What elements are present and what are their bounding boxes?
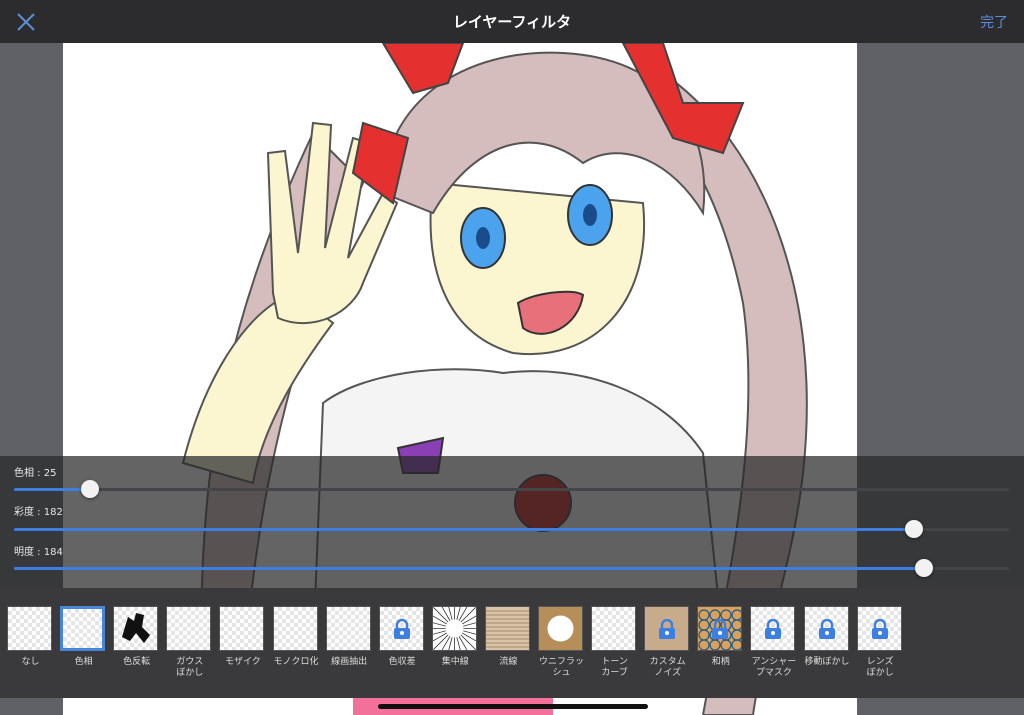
filter-item[interactable]: モノクロ化 — [272, 606, 320, 668]
home-indicator — [378, 704, 648, 709]
top-bar: レイヤーフィルタ 完了 — [0, 0, 1024, 43]
saturation-slider[interactable] — [14, 520, 1009, 538]
filter-label: 色収差 — [388, 657, 416, 667]
filter-item[interactable]: 線画抽出 — [325, 606, 373, 668]
filter-item[interactable]: 色相 — [60, 606, 107, 668]
filter-thumbnail — [113, 606, 159, 651]
filter-thumbnail — [750, 606, 796, 651]
filter-strip: なし 色相 色反転 ガウス ぼかし モザイク モノクロ化 線画抽出 色収差 集中線 流線 ウニフラッ… — [0, 588, 1024, 698]
filter-item[interactable]: モザイク — [219, 606, 266, 668]
filter-item[interactable]: 色反転 — [113, 606, 160, 668]
filter-label: 集中線 — [441, 657, 469, 667]
brightness-slider-thumb[interactable] — [915, 559, 934, 577]
filter-label: なし — [21, 657, 40, 667]
filter-thumbnail — [644, 606, 690, 651]
filter-label: アンシャー プマスク — [751, 657, 797, 678]
filter-item[interactable]: ウニフラッ シュ — [538, 606, 585, 679]
filter-thumbnail — [7, 606, 52, 651]
filter-label: モザイク — [224, 657, 261, 667]
filter-item[interactable]: アンシャー プマスク — [750, 606, 797, 679]
filter-item[interactable]: 流線 — [484, 606, 532, 668]
filter-thumbnail — [431, 606, 477, 651]
filter-item[interactable]: なし — [7, 606, 54, 668]
filter-label: カスタム ノイズ — [649, 657, 686, 678]
hue-label: 色相 : 25 — [14, 468, 57, 479]
brightness-slider-fill — [14, 567, 925, 570]
brightness-label: 明度 : 184 — [14, 547, 63, 558]
filter-thumbnail — [591, 606, 637, 651]
filter-item[interactable]: レンズ ぼかし — [856, 606, 904, 679]
saturation-slider-thumb[interactable] — [905, 520, 924, 538]
filter-label: ウニフラッ シュ — [538, 657, 584, 678]
lock-icon — [765, 619, 782, 639]
filter-thumbnail — [378, 606, 424, 651]
filter-label: トーン カーブ — [601, 657, 628, 678]
hue-slider[interactable] — [14, 480, 1009, 498]
lock-icon — [712, 619, 729, 639]
filter-label: 色相 — [74, 657, 93, 667]
brightness-slider[interactable] — [14, 559, 1009, 577]
filter-item[interactable]: 和柄 — [697, 606, 744, 668]
saturation-label: 彩度 : 182 — [14, 507, 63, 518]
filter-label: ガウス ぼかし — [176, 657, 204, 678]
filter-thumbnail — [697, 606, 743, 651]
filter-thumbnail — [538, 606, 583, 651]
filter-thumbnail — [219, 606, 265, 651]
filter-label: 移動ぼかし — [804, 657, 850, 667]
saturation-slider-fill — [14, 528, 915, 531]
filter-item[interactable]: トーン カーブ — [591, 606, 638, 679]
lock-icon — [871, 619, 888, 639]
filter-label: レンズ ぼかし — [866, 657, 894, 678]
hue-slider-fill — [14, 488, 90, 491]
done-button[interactable]: 完了 — [980, 12, 1008, 32]
hue-slider-thumb[interactable] — [80, 480, 99, 498]
lock-icon — [818, 619, 835, 639]
filter-item[interactable]: ガウス ぼかし — [166, 606, 213, 679]
filter-thumbnail — [484, 606, 530, 651]
filter-thumbnail — [856, 606, 902, 651]
filter-label: 流線 — [499, 657, 518, 667]
filter-label: 線画抽出 — [331, 657, 368, 667]
filter-item[interactable]: 移動ぼかし — [803, 606, 851, 668]
lock-icon — [393, 619, 410, 639]
filter-thumbnail — [272, 606, 318, 651]
filter-thumbnail — [166, 606, 212, 651]
filter-label: モノクロ化 — [273, 657, 319, 667]
page-title: レイヤーフィルタ — [452, 13, 572, 31]
filter-thumbnail — [325, 606, 371, 651]
filter-thumbnail — [60, 606, 106, 651]
filter-label: 色反転 — [123, 657, 151, 667]
filter-label: 和柄 — [711, 657, 730, 667]
filter-item[interactable]: カスタム ノイズ — [644, 606, 691, 679]
lock-icon — [659, 619, 676, 639]
filter-thumbnail — [803, 606, 849, 651]
filter-item[interactable]: 色収差 — [378, 606, 426, 668]
filter-item[interactable]: 集中線 — [431, 606, 479, 668]
adjustment-panel: 色相 : 25 彩度 : 182 明度 : 184 — [0, 456, 1024, 588]
